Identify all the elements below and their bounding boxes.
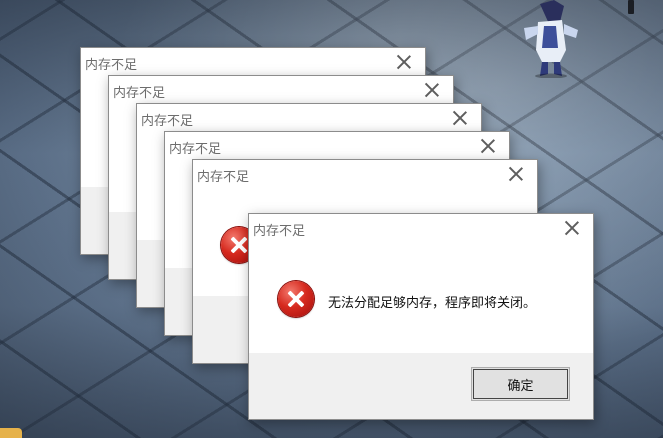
dialog-title: 内存不足 xyxy=(197,170,250,185)
ok-button[interactable]: 确定 xyxy=(471,367,570,401)
game-character xyxy=(524,0,578,78)
game-corner-element xyxy=(0,428,22,438)
dialog-title: 内存不足 xyxy=(169,142,222,157)
dialog-title: 内存不足 xyxy=(85,58,138,73)
close-icon[interactable] xyxy=(397,55,411,69)
game-object xyxy=(628,0,634,14)
dialog-titlebar: 内存不足 xyxy=(249,214,593,242)
close-icon[interactable] xyxy=(453,111,467,125)
close-icon[interactable] xyxy=(481,139,495,153)
dialog-titlebar: 内存不足 xyxy=(81,48,425,76)
error-message: 无法分配足够内存，程序即将关闭。 xyxy=(328,296,537,311)
dialog-title: 内存不足 xyxy=(141,114,194,129)
memory-error-dialog: 内存不足 无法分配足够内存，程序即将关闭。 确定 xyxy=(248,213,594,420)
close-icon[interactable] xyxy=(565,221,579,235)
close-icon[interactable] xyxy=(509,167,523,181)
dialog-titlebar: 内存不足 xyxy=(193,160,537,188)
dialog-title: 内存不足 xyxy=(113,86,166,101)
close-icon[interactable] xyxy=(425,83,439,97)
dialog-title: 内存不足 xyxy=(253,224,306,239)
dialog-titlebar: 内存不足 xyxy=(109,76,453,104)
dialog-titlebar: 内存不足 xyxy=(137,104,481,132)
dialog-titlebar: 内存不足 xyxy=(165,132,509,160)
error-icon xyxy=(278,281,314,317)
